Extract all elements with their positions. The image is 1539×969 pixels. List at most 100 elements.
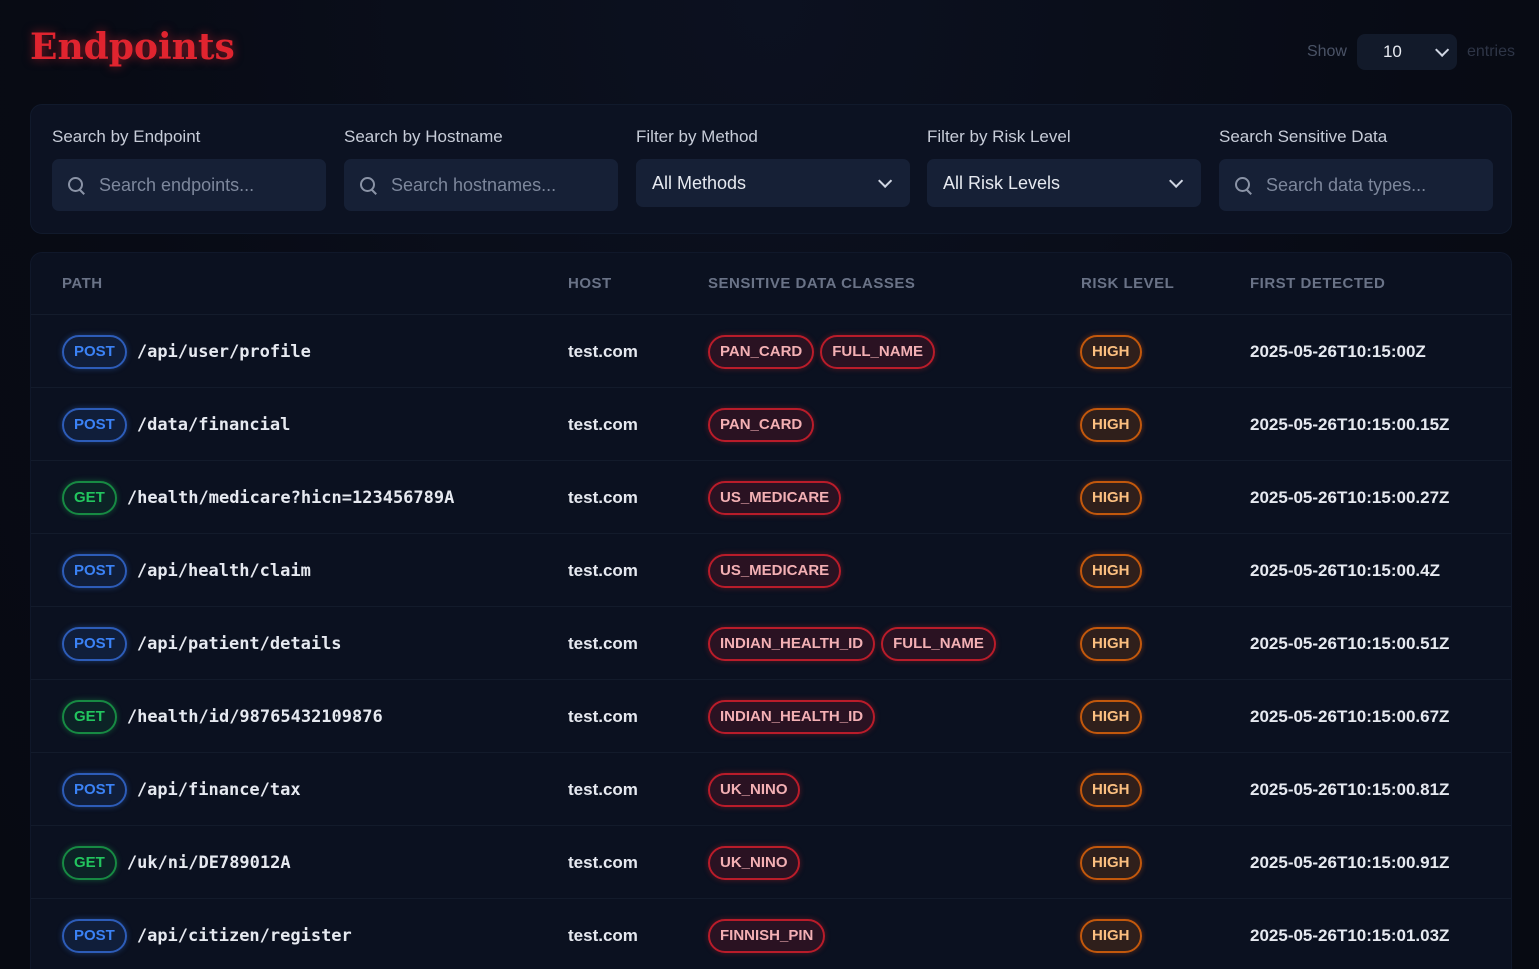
column-header-path[interactable]: PATH: [62, 275, 103, 292]
sensitive-search-placeholder: Search data types...: [1266, 174, 1427, 195]
risk-badge: HIGH: [1080, 918, 1142, 953]
first-detected-date: 2025-05-26T10:15:00Z: [1250, 341, 1426, 361]
table-row[interactable]: GET/health/medicare?hicn=123456789A test.…: [31, 461, 1511, 534]
data-classes-cell: UK_NINO: [708, 753, 806, 826]
path-cell: GET/health/id/98765432109876: [62, 680, 383, 753]
host-cell: test.com: [568, 680, 638, 753]
detected-cell: 2025-05-26T10:15:00.67Z: [1250, 680, 1449, 753]
endpoint-search-placeholder: Search endpoints...: [99, 174, 255, 195]
chevron-down-icon: [1435, 42, 1450, 57]
risk-badge: HIGH: [1080, 334, 1142, 369]
risk-badge: HIGH: [1080, 845, 1142, 880]
hostname-filter-label: Search by Hostname: [344, 127, 503, 146]
endpoint-path[interactable]: /api/finance/tax: [137, 780, 301, 800]
table-row[interactable]: POST/data/financial test.com PAN_CARD HIGH 2…: [31, 388, 1511, 461]
method-badge: POST: [62, 772, 127, 807]
path-cell: POST/data/financial: [62, 388, 290, 461]
detected-cell: 2025-05-26T10:15:00.91Z: [1250, 826, 1449, 899]
page-size-control: Show 10 entries: [1307, 34, 1515, 70]
risk-badge: HIGH: [1080, 407, 1142, 442]
method-badge: GET: [62, 845, 117, 880]
column-header-host[interactable]: HOST: [568, 275, 612, 292]
endpoint-path[interactable]: /api/user/profile: [137, 342, 311, 362]
path-cell: POST/api/citizen/register: [62, 899, 352, 969]
column-header-data-classes[interactable]: SENSITIVE DATA CLASSES: [708, 275, 915, 292]
risk-cell: HIGH: [1080, 388, 1142, 461]
endpoint-filter: Search by Endpoint Search endpoints...: [52, 127, 326, 211]
sensitive-filter-label: Search Sensitive Data: [1219, 127, 1388, 146]
data-class-badge: FULL_NAME: [820, 334, 936, 369]
method-badge: POST: [62, 407, 127, 442]
risk-filter: Filter by Risk Level All Risk Levels: [927, 127, 1201, 207]
detected-cell: 2025-05-26T10:15:00.27Z: [1250, 461, 1449, 534]
method-badge: GET: [62, 699, 117, 734]
risk-select-value: All Risk Levels: [943, 172, 1061, 193]
first-detected-date: 2025-05-26T10:15:00.27Z: [1250, 487, 1450, 507]
path-cell: GET/uk/ni/DE789012A: [62, 826, 291, 899]
endpoint-path[interactable]: /data/financial: [137, 415, 291, 435]
first-detected-date: 2025-05-26T10:15:00.51Z: [1250, 633, 1450, 653]
host-cell: test.com: [568, 388, 638, 461]
data-classes-cell: PAN_CARD FULL_NAME: [708, 315, 941, 388]
risk-cell: HIGH: [1080, 315, 1142, 388]
table-row[interactable]: POST/api/user/profile test.com PAN_CARD FUL…: [31, 315, 1511, 388]
risk-select[interactable]: All Risk Levels: [927, 159, 1201, 207]
data-classes-cell: US_MEDICARE: [708, 534, 847, 607]
host-name: test.com: [568, 852, 638, 872]
data-classes-cell: PAN_CARD: [708, 388, 820, 461]
path-cell: POST/api/patient/details: [62, 607, 342, 680]
data-class-badge: INDIAN_HEALTH_ID: [708, 699, 876, 734]
host-name: test.com: [568, 341, 638, 361]
method-badge: POST: [62, 553, 127, 588]
endpoint-path[interactable]: /uk/ni/DE789012A: [127, 853, 291, 873]
data-classes-cell: FINNISH_PIN: [708, 899, 831, 969]
endpoint-path[interactable]: /api/health/claim: [137, 561, 311, 581]
table-row[interactable]: POST/api/finance/tax test.com UK_NINO HIGH 2…: [31, 753, 1511, 826]
path-cell: GET/health/medicare?hicn=123456789A: [62, 461, 454, 534]
path-cell: POST/api/finance/tax: [62, 753, 301, 826]
method-filter-label: Filter by Method: [636, 127, 758, 146]
path-cell: POST/api/health/claim: [62, 534, 311, 607]
hostname-filter: Search by Hostname Search hostnames...: [344, 127, 618, 211]
method-badge: POST: [62, 334, 127, 369]
endpoint-search-input[interactable]: Search endpoints...: [52, 159, 326, 211]
host-name: test.com: [568, 633, 638, 653]
page-size-select[interactable]: 10: [1356, 34, 1457, 70]
data-class-badge: UK_NINO: [708, 845, 800, 880]
endpoint-path[interactable]: /api/patient/details: [137, 634, 342, 654]
table-row[interactable]: POST/api/patient/details test.com INDIAN_H…: [31, 607, 1511, 680]
table-row[interactable]: POST/api/health/claim test.com US_MEDICARE…: [31, 534, 1511, 607]
data-class-badge: US_MEDICARE: [708, 480, 842, 515]
data-class-badge: US_MEDICARE: [708, 553, 842, 588]
first-detected-date: 2025-05-26T10:15:00.81Z: [1250, 779, 1450, 799]
endpoint-path[interactable]: /api/citizen/register: [137, 926, 352, 946]
first-detected-date: 2025-05-26T10:15:00.67Z: [1250, 706, 1450, 726]
endpoints-page: Endpoints Show 10 entries Search by Endp…: [0, 0, 1539, 969]
host-name: test.com: [568, 414, 638, 434]
risk-cell: HIGH: [1080, 534, 1142, 607]
endpoint-path[interactable]: /health/medicare?hicn=123456789A: [127, 488, 455, 508]
table-row[interactable]: GET/health/id/98765432109876 test.com INDI…: [31, 680, 1511, 753]
chevron-down-icon: [1169, 173, 1184, 188]
column-header-risk-level[interactable]: RISK LEVEL: [1081, 275, 1174, 292]
endpoint-path[interactable]: /health/id/98765432109876: [127, 707, 383, 727]
data-class-badge: INDIAN_HEALTH_ID: [708, 626, 876, 661]
method-badge: POST: [62, 918, 127, 953]
method-badge: GET: [62, 480, 117, 515]
hostname-search-input[interactable]: Search hostnames...: [344, 159, 618, 211]
risk-filter-label: Filter by Risk Level: [927, 127, 1071, 146]
host-name: test.com: [568, 560, 638, 580]
risk-cell: HIGH: [1080, 826, 1142, 899]
sensitive-search-input[interactable]: Search data types...: [1219, 159, 1493, 211]
host-name: test.com: [568, 487, 638, 507]
table-row[interactable]: GET/uk/ni/DE789012A test.com UK_NINO HIGH 20…: [31, 826, 1511, 899]
risk-badge: HIGH: [1080, 626, 1142, 661]
table-row[interactable]: POST/api/citizen/register test.com FINNISH…: [31, 899, 1511, 969]
method-select[interactable]: All Methods: [636, 159, 910, 207]
search-icon: [360, 176, 377, 194]
column-header-first-detected[interactable]: FIRST DETECTED: [1250, 275, 1385, 292]
data-class-badge: PAN_CARD: [708, 407, 815, 442]
endpoint-filter-label: Search by Endpoint: [52, 127, 201, 146]
risk-cell: HIGH: [1080, 899, 1142, 969]
detected-cell: 2025-05-26T10:15:00.51Z: [1250, 607, 1449, 680]
